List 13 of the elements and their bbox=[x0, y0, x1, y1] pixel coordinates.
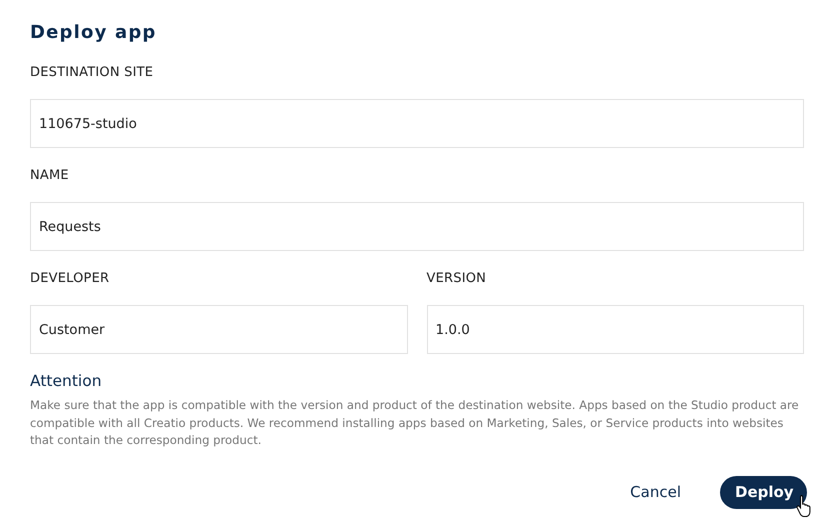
cancel-button[interactable]: Cancel bbox=[615, 476, 696, 509]
input-field[interactable]: 1.0.0 bbox=[426, 305, 804, 354]
field-label: NAME bbox=[30, 168, 69, 185]
dialog-title: Deploy app bbox=[30, 22, 156, 43]
attention-text: Make sure that the app is compatible with the version and product of the destination website. Apps based on the Studio product are compatible with all Creatio products. We recommend installing apps based on Marketing, Sales, or Service products into websites that contain the corresponding product. bbox=[30, 397, 800, 450]
input-field[interactable]: Requests bbox=[30, 202, 804, 251]
field-label: VERSION bbox=[426, 271, 486, 288]
input-field[interactable]: 110675-studio bbox=[30, 99, 804, 148]
field-label: DEVELOPER bbox=[30, 271, 110, 288]
deploy-button[interactable]: Deploy bbox=[720, 476, 807, 509]
input-field[interactable]: Customer bbox=[30, 305, 408, 354]
attention-heading: Attention bbox=[30, 372, 102, 390]
field-label: DESTINATION SITE bbox=[30, 65, 154, 82]
